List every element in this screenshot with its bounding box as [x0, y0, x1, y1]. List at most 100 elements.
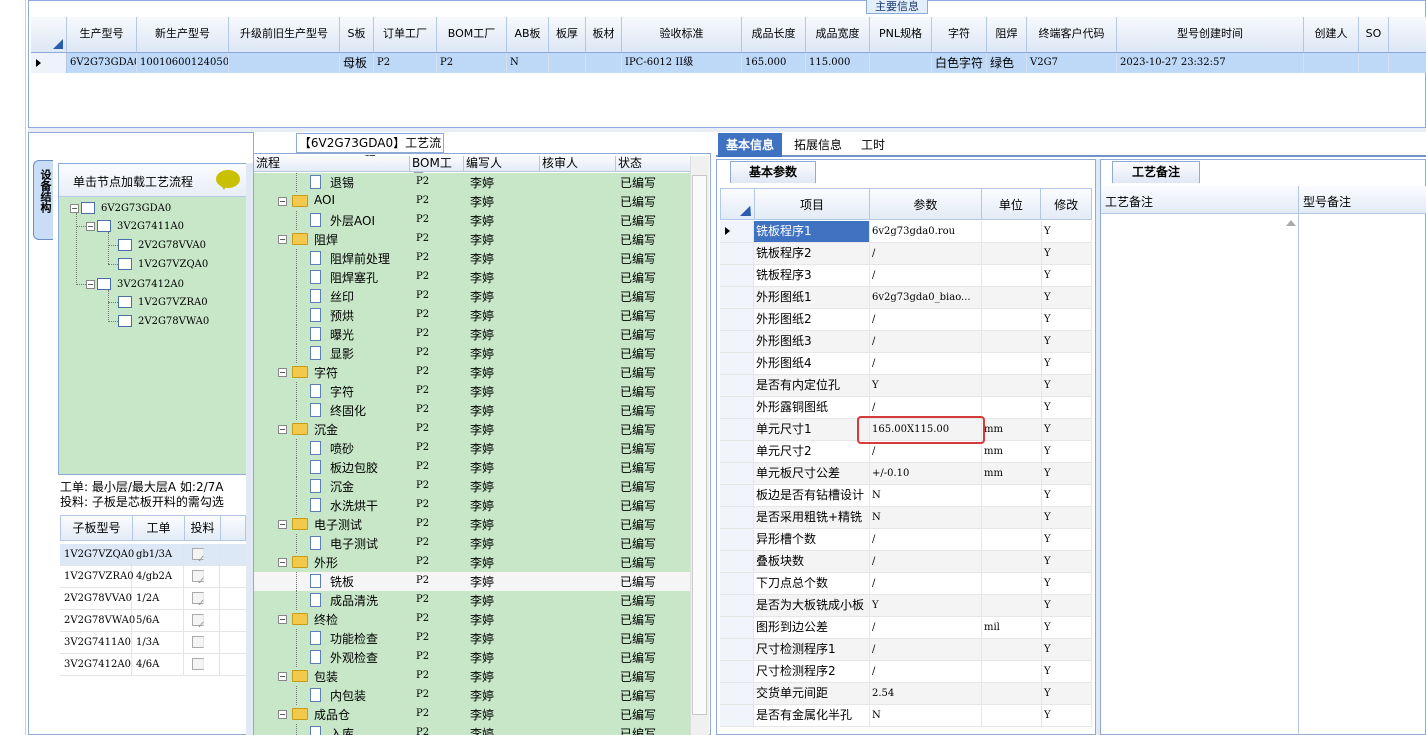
param-row[interactable]: 异形槽个数 / Y	[720, 529, 1092, 551]
cell[interactable]: 铣板程序1	[754, 221, 870, 242]
cell[interactable]: 交货单元间距	[754, 683, 870, 704]
cell[interactable]: 绿色	[987, 53, 1027, 73]
cell[interactable]: V2G7	[1027, 53, 1117, 73]
param-value[interactable]: 2.54	[870, 683, 982, 704]
param-unit[interactable]: mil	[982, 617, 1042, 638]
checkbox[interactable]: ✓	[192, 548, 205, 565]
cell[interactable]: 外形图纸3	[754, 331, 870, 352]
tab-basic-params[interactable]: 基本参数	[730, 161, 816, 183]
tab-basic-info[interactable]: 基本信息	[718, 133, 782, 157]
param-modify[interactable]: Y	[1042, 639, 1092, 660]
cell[interactable]: 1V2G7VZRA0	[60, 566, 134, 587]
param-value[interactable]: /	[870, 243, 982, 264]
collapse-icon[interactable]: −	[278, 672, 287, 681]
param-unit[interactable]	[982, 397, 1042, 418]
param-modify[interactable]: Y	[1042, 331, 1092, 352]
row-selector[interactable]	[720, 265, 754, 286]
cell[interactable]	[586, 53, 622, 73]
cell[interactable]: 外形图纸1	[754, 287, 870, 308]
param-row[interactable]: 外形图纸1 6v2g73gda0_biao... Y	[720, 287, 1092, 309]
flow-row[interactable]: 外层AOI P2 李婷 已编写	[254, 211, 690, 230]
col-header[interactable]: 单位	[982, 189, 1042, 219]
cell[interactable]	[184, 632, 220, 653]
tab-extended-info[interactable]: 拓展信息	[788, 133, 848, 157]
flow-row[interactable]: 曝光 P2 李婷 已编写	[254, 325, 690, 344]
cell[interactable]: N	[507, 53, 549, 73]
param-row[interactable]: 是否为大板铣成小板 Y Y	[720, 595, 1092, 617]
col-header[interactable]: 修改	[1041, 189, 1091, 219]
tree-node[interactable]: − 3V2G7411A0	[86, 218, 184, 234]
col-header[interactable]: BOM工厂	[410, 156, 464, 185]
flow-row[interactable]: 阻焊塞孔 P2 李婷 已编写	[254, 268, 690, 287]
cell[interactable]: ✓	[184, 588, 220, 609]
checkbox[interactable]: ✓	[192, 614, 205, 631]
col-header[interactable]: 工艺备注	[1105, 193, 1153, 210]
param-row[interactable]: 铣板程序2 / Y	[720, 243, 1092, 265]
param-unit[interactable]	[982, 595, 1042, 616]
flow-row[interactable]: 显影 P2 李婷 已编写	[254, 344, 690, 363]
cell[interactable]: 2V2G78VWA0	[60, 610, 135, 631]
param-unit[interactable]	[982, 221, 1042, 242]
param-unit[interactable]	[982, 573, 1042, 594]
param-modify[interactable]: Y	[1042, 485, 1092, 506]
cell[interactable]: ✓	[184, 566, 220, 587]
row-selector[interactable]	[720, 639, 754, 660]
row-selector[interactable]	[720, 705, 754, 726]
param-value[interactable]: N	[870, 485, 982, 506]
checkbox[interactable]	[192, 658, 204, 670]
flow-row[interactable]: − 沉金 P2 李婷 已编写	[254, 420, 690, 439]
param-value[interactable]: /	[870, 441, 982, 462]
flow-row[interactable]: − 阻焊 P2 李婷 已编写	[254, 230, 690, 249]
collapse-icon[interactable]: −	[278, 558, 287, 567]
param-value[interactable]: /	[870, 265, 982, 286]
param-modify[interactable]: Y	[1042, 595, 1092, 616]
cell[interactable]: 1V2G7VZQA0	[60, 544, 134, 565]
param-row[interactable]: 单元板尺寸公差 +/-0.10 mm Y	[720, 463, 1092, 485]
param-value[interactable]: N	[870, 507, 982, 528]
param-value[interactable]: /	[870, 397, 982, 418]
param-row[interactable]: 外形图纸2 / Y	[720, 309, 1092, 331]
param-row[interactable]: 尺寸检测程序1 / Y	[720, 639, 1092, 661]
param-modify[interactable]: Y	[1042, 573, 1092, 594]
row-selector[interactable]	[720, 485, 754, 506]
row-selector[interactable]	[720, 331, 754, 352]
col-header[interactable]: 升级前旧生产型号	[229, 17, 340, 52]
sub-board-row[interactable]: 1V2G7VZQA0 gb1/3A ✓	[60, 544, 246, 566]
param-modify[interactable]: Y	[1042, 419, 1092, 440]
cell[interactable]: 2023-10-27 23:32:57	[1117, 53, 1304, 73]
cell[interactable]: 下刀点总个数	[754, 573, 870, 594]
cell[interactable]: 2V2G78VVA0	[60, 588, 132, 609]
param-modify[interactable]: Y	[1042, 221, 1092, 242]
param-value[interactable]: /	[870, 353, 982, 374]
cell[interactable]: 10010600124050	[137, 53, 229, 73]
cell[interactable]: 铣板程序2	[754, 243, 870, 264]
param-row[interactable]: 下刀点总个数 / Y	[720, 573, 1092, 595]
param-modify[interactable]: Y	[1042, 397, 1092, 418]
sub-board-row[interactable]: 2V2G78VVA0 1/2A ✓	[60, 588, 246, 610]
param-unit[interactable]: mm	[982, 463, 1042, 484]
cell[interactable]: 板边是否有钻槽设计	[754, 485, 870, 506]
col-header[interactable]: 创建人	[1304, 17, 1359, 52]
flow-row[interactable]: 电子测试 P2 李婷 已编写	[254, 534, 690, 553]
sub-board-row[interactable]: 2V2G78VWA0 5/6A ✓	[60, 610, 246, 632]
cell[interactable]	[549, 53, 586, 73]
collapse-icon[interactable]: −	[86, 221, 95, 231]
cell[interactable]: 165.000	[742, 53, 806, 73]
param-value[interactable]: /	[870, 573, 982, 594]
param-modify[interactable]: Y	[1042, 705, 1092, 726]
cell[interactable]	[1359, 53, 1389, 73]
collapse-icon[interactable]: −	[278, 710, 287, 719]
param-value[interactable]: /	[870, 661, 982, 682]
cell[interactable]: P2	[437, 53, 507, 73]
param-modify[interactable]: Y	[1042, 683, 1092, 704]
cell[interactable]: 白色字符	[932, 53, 987, 73]
checkbox[interactable]: ✓	[192, 570, 205, 587]
param-modify[interactable]: Y	[1042, 551, 1092, 572]
flow-row[interactable]: 成品清洗 P2 李婷 已编写	[254, 591, 690, 610]
col-header[interactable]: 投料	[185, 516, 221, 540]
cell[interactable]: 图形到边公差	[754, 617, 870, 638]
cell[interactable]: 异形槽个数	[754, 529, 870, 550]
cell[interactable]	[1304, 53, 1359, 73]
col-header[interactable]: 新生产型号	[137, 17, 229, 52]
tree-node[interactable]: 2V2G78VWA0	[118, 313, 209, 329]
